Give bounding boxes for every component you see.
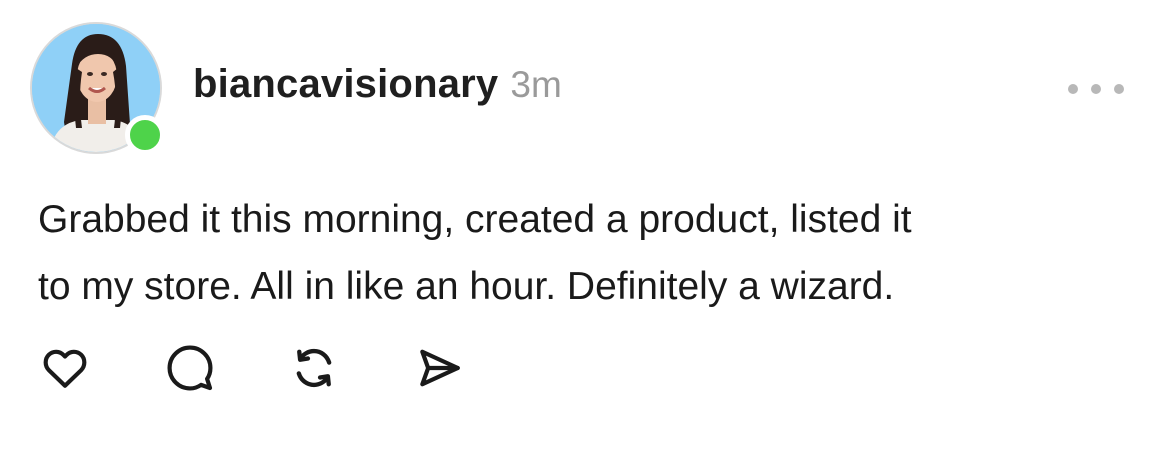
- avatar[interactable]: [30, 22, 165, 155]
- post-body: Grabbed it this morning, created a produ…: [38, 186, 1138, 320]
- repost-arrows-icon: [296, 348, 332, 388]
- post-timestamp: 3m: [510, 64, 562, 105]
- more-horizontal-icon: [1114, 84, 1124, 94]
- thread-post: biancavisionary 3m Grabbed it this morni…: [0, 0, 1170, 452]
- share-button[interactable]: [410, 340, 468, 396]
- post-body-line: Grabbed it this morning, created a produ…: [38, 198, 912, 241]
- like-button[interactable]: [36, 340, 94, 396]
- reply-button[interactable]: [161, 340, 219, 396]
- more-horizontal-icon: [1068, 84, 1078, 94]
- post-header: biancavisionary 3m: [193, 62, 562, 118]
- username[interactable]: biancavisionary: [193, 62, 498, 107]
- comment-bubble-icon: [167, 345, 213, 391]
- more-horizontal-icon: [1091, 84, 1101, 94]
- heart-icon: [43, 349, 87, 388]
- repost-button[interactable]: [285, 340, 343, 396]
- send-paper-plane-icon: [420, 349, 460, 387]
- more-options-button[interactable]: [1068, 74, 1124, 104]
- online-status-dot: [125, 115, 165, 155]
- post-body-line: to my store. All in like an hour. Defini…: [38, 265, 895, 308]
